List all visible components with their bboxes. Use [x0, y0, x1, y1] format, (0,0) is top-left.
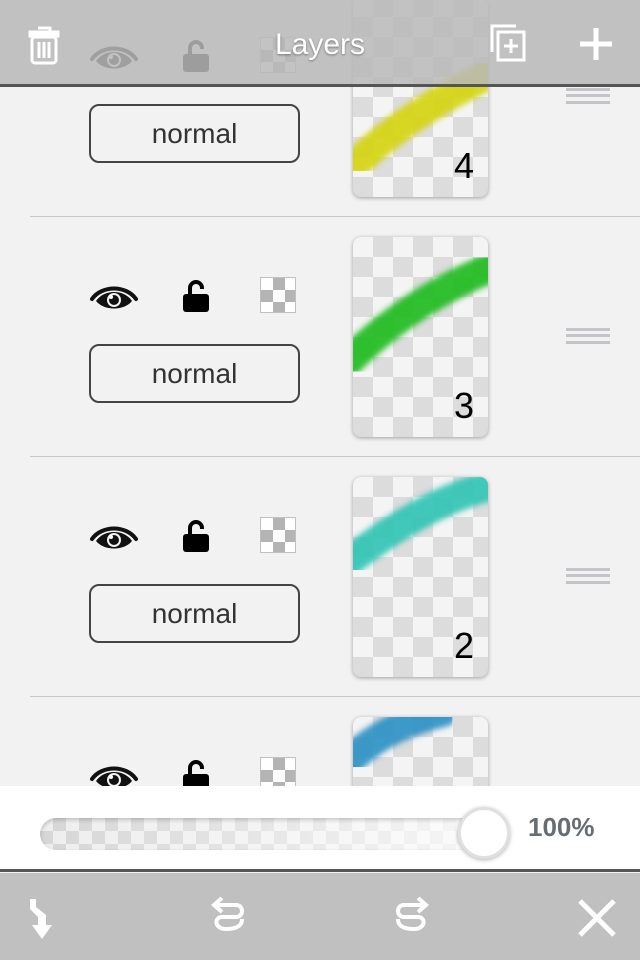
add-layer-icon[interactable]	[574, 22, 618, 66]
layer-thumbnail[interactable]: 1	[353, 717, 488, 786]
redo-icon[interactable]	[386, 893, 436, 943]
blend-mode-button[interactable]: normal	[89, 104, 300, 163]
opacity-panel: 100%	[0, 786, 640, 872]
opacity-value: 100%	[528, 812, 595, 842]
duplicate-layer-icon[interactable]	[488, 22, 532, 66]
bottom-toolbar	[0, 873, 640, 960]
transparency-lock-icon[interactable]	[260, 517, 296, 553]
layer-number: 2	[453, 625, 474, 666]
drag-handle-icon[interactable]	[566, 568, 610, 584]
layer-row[interactable]: normal 3	[0, 217, 640, 457]
merge-down-icon[interactable]	[20, 893, 70, 943]
drag-handle-icon[interactable]	[566, 328, 610, 344]
blend-mode-button[interactable]: normal	[89, 584, 300, 643]
opacity-slider-knob[interactable]	[458, 807, 510, 859]
transparency-lock-icon[interactable]	[260, 757, 296, 786]
unlocked-icon[interactable]	[182, 279, 210, 313]
layer-number: 3	[453, 385, 474, 426]
layer-stroke	[353, 717, 458, 777]
visibility-eye-icon[interactable]	[90, 281, 138, 315]
layer-list[interactable]: normal 4 normal 3 normal 2 normal 1	[0, 0, 640, 786]
unlocked-icon[interactable]	[182, 519, 210, 553]
drag-handle-icon[interactable]	[566, 88, 610, 104]
layer-thumbnail[interactable]: 2	[353, 477, 488, 677]
blend-mode-button[interactable]: normal	[89, 344, 300, 403]
page-title: Layers	[274, 28, 366, 61]
opacity-slider-track[interactable]	[40, 818, 490, 850]
header: Layers	[0, 0, 640, 87]
visibility-eye-icon[interactable]	[90, 761, 138, 786]
unlocked-icon[interactable]	[182, 759, 210, 786]
undo-icon[interactable]	[204, 893, 254, 943]
transparency-lock-icon[interactable]	[260, 277, 296, 313]
layer-number: 4	[453, 145, 474, 186]
layer-row[interactable]: normal 1	[0, 697, 640, 786]
visibility-eye-icon[interactable]	[90, 521, 138, 555]
close-icon[interactable]	[572, 893, 622, 943]
layer-row[interactable]: normal 2	[0, 457, 640, 697]
layer-thumbnail[interactable]: 3	[353, 237, 488, 437]
